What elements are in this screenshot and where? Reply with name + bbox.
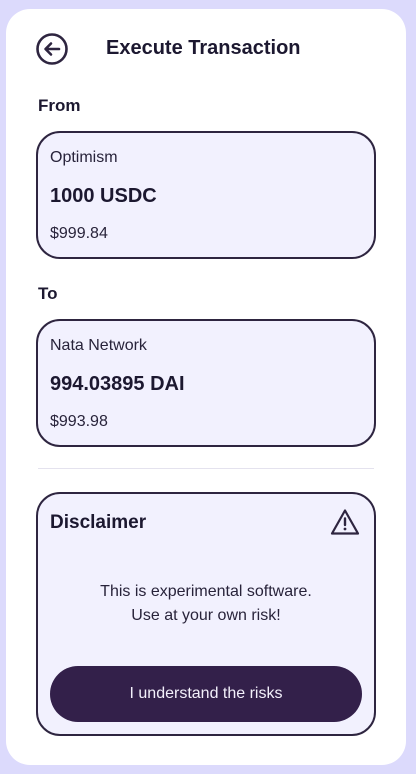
from-usd-value: $999.84: [50, 225, 108, 242]
to-box: Nata Network 994.03895 DAI $993.98: [36, 319, 376, 447]
disclaimer-message: This is experimental software. Use at yo…: [38, 580, 374, 628]
back-button[interactable]: [36, 33, 68, 65]
disclaimer-message-line1: This is experimental software.: [100, 583, 312, 600]
from-network: Optimism: [50, 149, 118, 166]
to-amount: 994.03895 DAI: [50, 373, 185, 395]
to-usd-value: $993.98: [50, 413, 108, 430]
page-title: Execute Transaction: [106, 37, 301, 59]
warning-triangle-icon: [330, 509, 360, 535]
from-box: Optimism 1000 USDC $999.84: [36, 131, 376, 259]
disclaimer-box: Disclaimer This is experimental software…: [36, 492, 376, 736]
to-label: To: [38, 284, 58, 303]
from-amount: 1000 USDC: [50, 185, 157, 207]
arrow-left-circle-icon: [36, 33, 68, 65]
disclaimer-message-line2: Use at your own risk!: [131, 607, 281, 624]
divider: [38, 468, 374, 469]
disclaimer-title: Disclaimer: [50, 512, 147, 533]
transaction-card: Execute Transaction From Optimism 1000 U…: [6, 9, 406, 765]
from-label: From: [38, 96, 81, 115]
understand-risks-button[interactable]: I understand the risks: [50, 666, 362, 722]
to-network: Nata Network: [50, 337, 147, 354]
